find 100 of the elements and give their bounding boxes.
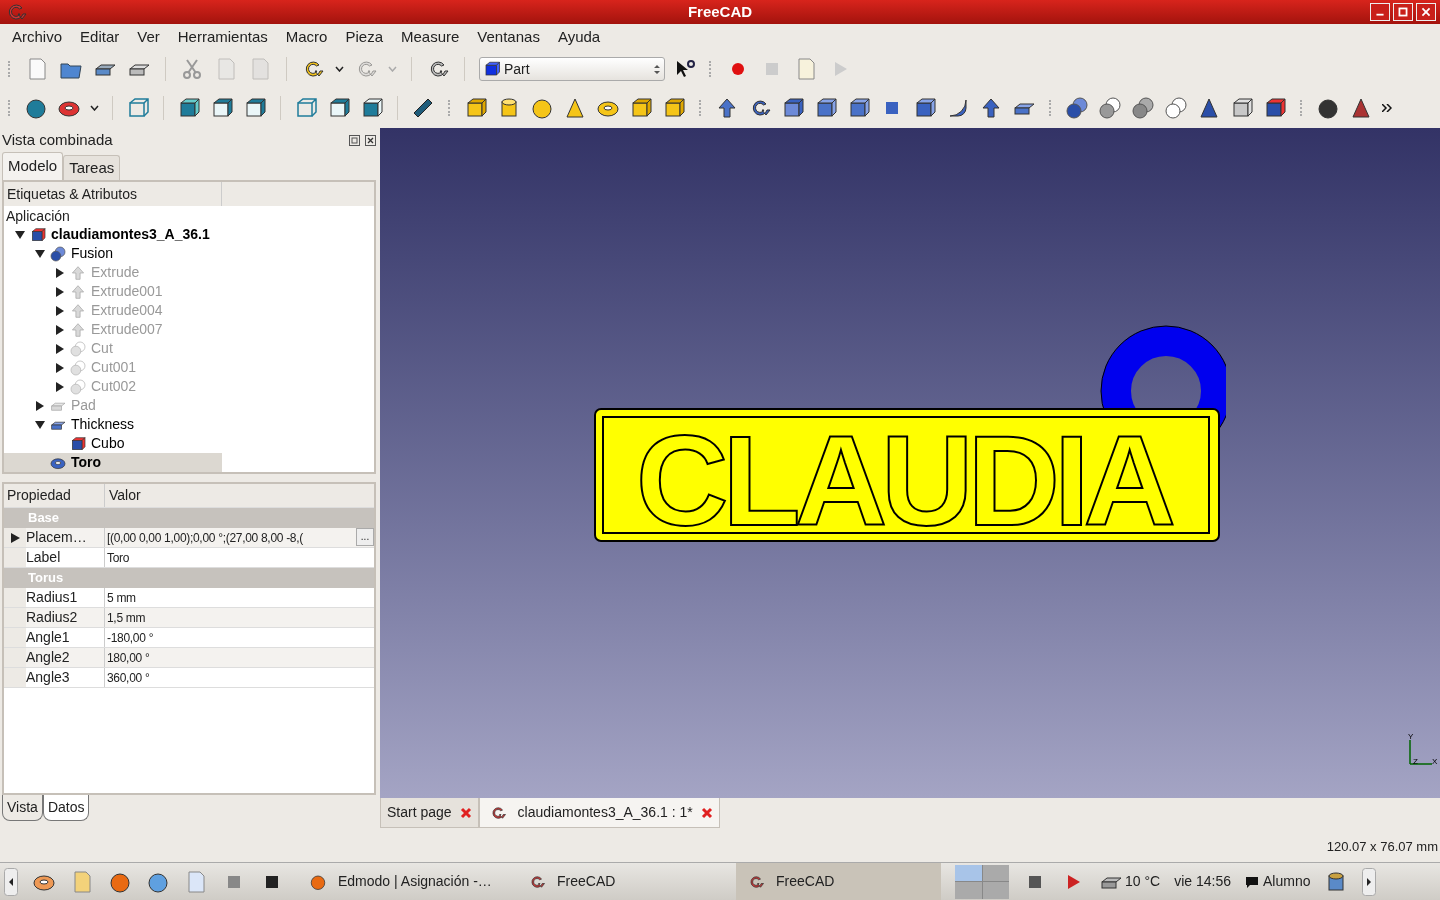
tree-item[interactable]: Thickness [4,415,222,434]
expand-arrow-icon[interactable] [10,532,20,543]
property-name: Angle2 [26,648,105,667]
property-name: Angle1 [26,628,105,647]
float-icon[interactable] [349,134,360,146]
whats-this-icon[interactable] [675,59,695,79]
panel-tab[interactable]: Tareas [63,155,121,180]
fusion-icon[interactable] [49,245,67,262]
window-title: FreeCAD [687,1,753,22]
collapse-arrow-icon[interactable] [35,419,45,430]
tree-item-label: claudiamontes3_A_36.1 [51,225,210,244]
union-icon[interactable] [1065,96,1089,120]
menu-item[interactable]: Macro [276,25,337,49]
panel-title: Vista combinada [2,129,113,150]
column-header: Etiquetas & Atributos [4,182,222,206]
left-view-icon[interactable] [360,96,384,120]
scroll-left-button[interactable] [4,867,18,896]
property-value[interactable]: [(0,00 0,00 1,00);0,00 °;(27,00 8,00 -8,( [105,528,356,547]
top-view-icon[interactable] [210,96,234,120]
taskbar-window[interactable]: Edmodo | Asignación -… [298,862,503,900]
menu-item[interactable]: Ayuda [548,25,610,49]
document-tab[interactable]: Start page [380,798,479,828]
box-icon[interactable] [464,96,488,120]
tree-item[interactable]: Toro [4,453,222,472]
property-group: Base [4,508,374,528]
panel-tab[interactable]: Modelo [2,152,64,180]
menu-item[interactable]: Archivo [3,25,72,49]
property-name: Placem… [26,528,105,547]
rear-view-icon[interactable] [294,96,318,120]
panel-tab[interactable]: Datos [42,795,90,821]
property-value[interactable]: 360,00 ° [105,668,374,687]
isometric-view-icon[interactable] [126,96,150,120]
tree-item-label: Toro [71,453,102,472]
collapse-arrow-icon[interactable] [35,248,45,259]
tree-item-label: Cubo [91,434,125,453]
chat-icon[interactable] [1245,874,1259,889]
tree-item[interactable]: claudiamontes3_A_36.1 [4,225,222,244]
more-icon[interactable] [1382,104,1392,112]
tree-item-label: Extrude001 [91,282,163,301]
workbench-value: Part [504,59,530,79]
tree-item-label: Extrude004 [91,301,163,320]
tree-root-label: Aplicación [5,207,71,225]
tree-item-label: Cut [91,339,113,358]
cube-icon[interactable] [69,435,87,452]
tree-item-label: Pad [71,396,96,415]
menu-item[interactable]: Ver [128,25,169,49]
tree-item-label: Cut002 [91,377,137,396]
column-header: Propiedad [4,484,105,507]
edit-button[interactable]: ... [356,528,374,546]
workspace-switcher[interactable] [955,864,1009,899]
dropdown-arrow-icon [654,64,660,74]
collapse-arrow-icon[interactable] [15,229,25,240]
property-value[interactable]: 5 mm [105,588,374,607]
property-name: Radius1 [26,588,105,607]
property-value[interactable]: 180,00 ° [105,648,374,667]
menu-item[interactable]: Editar [71,25,129,49]
extrude-icon[interactable] [715,96,739,120]
cone-icon[interactable] [563,96,587,120]
taskbar-window[interactable]: FreeCAD [736,862,941,900]
property-value[interactable]: 1,5 mm [105,608,374,627]
scroll-right-button[interactable] [1362,867,1377,896]
close-icon[interactable] [365,134,376,146]
menu-item[interactable]: Pieza [336,25,392,49]
menu-item[interactable]: Herramientas [168,25,277,49]
tree-item-label: Thickness [71,415,135,434]
right-view-icon[interactable] [243,96,267,120]
tree-item-label: Cut001 [91,358,137,377]
minimize-icon[interactable] [1370,3,1390,21]
clock: vie 14:56 [1174,872,1231,891]
caret-icon[interactable] [335,66,344,72]
column-header: Valor [108,486,142,505]
caret-icon[interactable] [90,105,99,111]
property-name: Label [26,548,105,567]
sphere-icon[interactable] [530,96,554,120]
workbench-selector[interactable]: Part [479,57,665,81]
menu-item[interactable]: Measure [392,25,469,49]
3d-viewport[interactable]: CLAUDIA Y Z X [380,128,1440,798]
common-icon[interactable] [1131,96,1155,120]
tree-item[interactable]: Cubo [4,434,222,453]
property-group: Torus [4,568,374,588]
property-value[interactable]: -180,00 ° [105,628,374,647]
property-value[interactable]: Toro [105,548,374,567]
tree-item-label: Extrude007 [91,320,163,339]
front-view-icon[interactable] [177,96,201,120]
intersection-icon[interactable] [1164,96,1188,120]
document-tab[interactable]: claudiamontes3_A_36.1 : 1* [478,798,720,828]
property-name: Angle3 [26,668,105,687]
taskbar-window[interactable]: FreeCAD [517,862,722,900]
maximize-icon[interactable] [1393,3,1413,21]
tree-item-label: Extrude [91,263,140,282]
cut-icon[interactable] [1098,96,1122,120]
temperature: 10 °C [1125,872,1161,891]
panel-tab[interactable]: Vista [2,795,43,821]
bottom-view-icon[interactable] [327,96,351,120]
property-name: Radius2 [26,608,105,627]
status-dimensions: 120.07 x 76.07 mm [1326,838,1438,857]
tree-item[interactable]: Fusion [4,244,222,263]
tree-item-label: Fusion [71,244,114,263]
user-name[interactable]: Alumno [1263,871,1311,892]
menu-item[interactable]: Ventanas [468,25,549,49]
